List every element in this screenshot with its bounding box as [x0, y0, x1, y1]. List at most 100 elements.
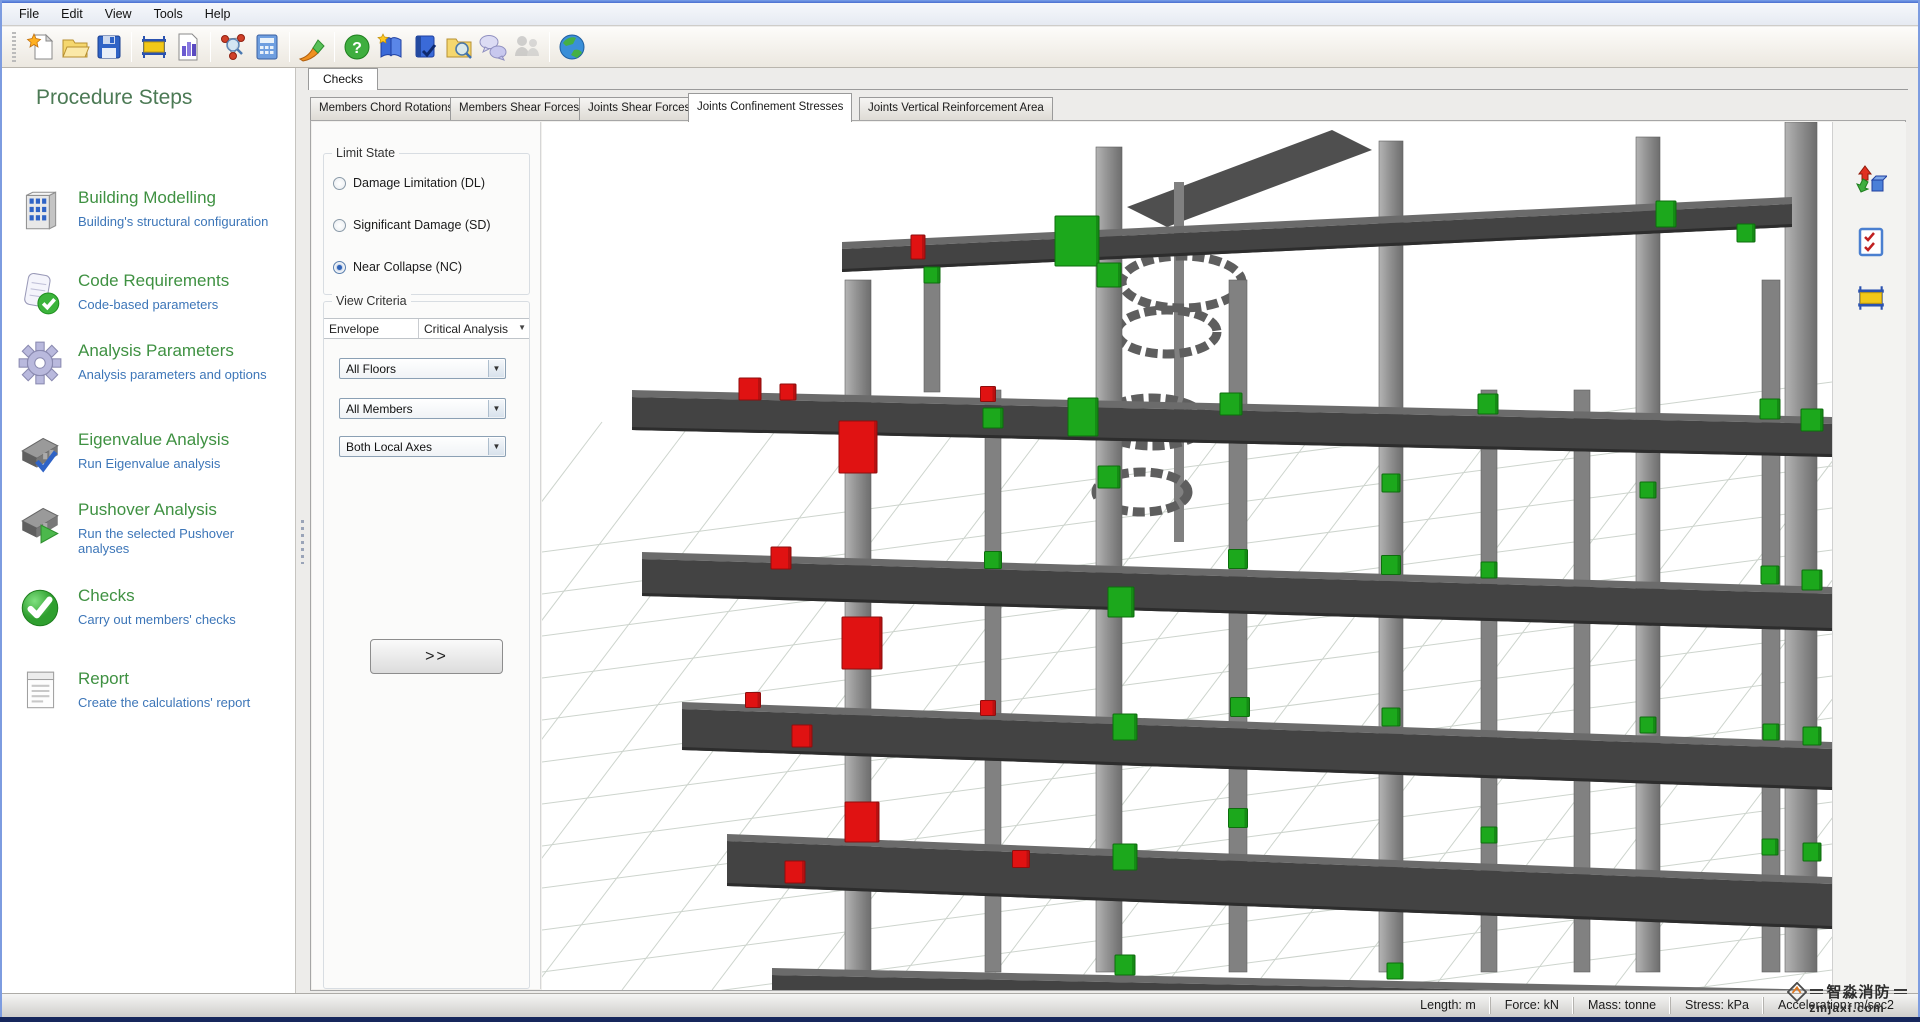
check-circle-icon — [16, 584, 64, 632]
deformed-shape-icon[interactable] — [1853, 162, 1889, 198]
envelope-row: Envelope Critical Analysis ▼ — [324, 318, 529, 339]
tab-joints-vertical-reinforcement-area[interactable]: Joints Vertical Reinforcement Area — [859, 97, 1053, 121]
procedure-steps-panel: Procedure Steps Building Modelling Build… — [2, 68, 296, 993]
checks-list-icon[interactable] — [1853, 224, 1889, 260]
chevron-down-icon: ▼ — [518, 323, 526, 332]
watermark-url: zmjaxf.com — [1809, 1001, 1885, 1015]
new-file-icon[interactable] — [24, 30, 58, 64]
radio-near-collapse[interactable]: Near Collapse (NC) — [333, 260, 462, 274]
tab-checks[interactable]: Checks — [308, 68, 379, 90]
window-border-bottom — [0, 1017, 1920, 1022]
model-viewer-icon[interactable] — [216, 30, 250, 64]
forum-bubbles-icon[interactable] — [476, 30, 510, 64]
sidebar-item-code-requirements[interactable]: Code Requirements Code-based parameters — [16, 269, 288, 331]
watermark-diamond-icon — [1787, 981, 1808, 1002]
refresh-view-button[interactable]: >> — [370, 639, 503, 674]
step-subtitle: Analysis parameters and options — [78, 367, 267, 382]
step-subtitle: Run Eigenvalue analysis — [78, 456, 221, 471]
step-title: Report — [78, 669, 130, 688]
radio-circle[interactable] — [333, 176, 346, 190]
sidebar-splitter[interactable] — [297, 68, 308, 993]
toolbar-separator — [289, 32, 290, 62]
open-folder-icon[interactable] — [58, 30, 92, 64]
sidebar-item-eigenvalue-analysis[interactable]: Eigenvalue Analysis Run Eigenvalue analy… — [16, 428, 288, 490]
view-controls-panel: Limit State Damage Limitation (DL) Signi… — [312, 122, 541, 989]
frame-section-icon[interactable] — [137, 30, 171, 64]
axes-dropdown[interactable]: Both Local Axes ▼ — [339, 436, 506, 457]
paintbrush-icon[interactable] — [295, 30, 329, 64]
report-page-icon — [16, 667, 64, 715]
tab-joints-shear-forces[interactable]: Joints Shear Forces — [579, 97, 700, 121]
status-length: Length: m — [1420, 998, 1476, 1012]
step-subtitle: Code-based parameters — [78, 297, 219, 312]
toolbar-separator — [549, 32, 550, 62]
gear-icon — [16, 339, 64, 387]
step-title: Eigenvalue Analysis — [78, 430, 230, 449]
limit-state-label: Limit State — [332, 146, 400, 160]
axes-dropdown-value: Both Local Axes — [346, 440, 433, 454]
sidebar-item-checks[interactable]: Checks Carry out members' checks — [16, 584, 288, 646]
envelope-cell: Envelope — [324, 319, 419, 338]
step-subtitle: Building's structural configuration — [78, 214, 269, 229]
toolbar-grip[interactable] — [12, 32, 16, 62]
status-mass: Mass: tonne — [1572, 997, 1670, 1014]
sidebar-item-pushover-analysis[interactable]: Pushover Analysis Run the selected Pusho… — [16, 498, 288, 560]
menu-help[interactable]: Help — [194, 4, 242, 24]
step-title: Pushover Analysis — [78, 500, 217, 519]
watermark-title: 智淼消防 — [1826, 984, 1891, 1001]
tutorial-book-icon[interactable] — [374, 30, 408, 64]
support-icon[interactable] — [510, 30, 544, 64]
sidebar-title: Procedure Steps — [36, 86, 193, 109]
floors-dropdown-value: All Floors — [346, 362, 397, 376]
radio-significant-damage[interactable]: Significant Damage (SD) — [333, 218, 491, 232]
view-criteria-label: View Criteria — [332, 294, 411, 308]
chevron-down-icon: ▼ — [488, 400, 504, 417]
chevron-down-icon: ▼ — [488, 360, 504, 377]
radio-label: Near Collapse (NC) — [353, 260, 463, 274]
status-bar: Length: m Force: kN Mass: tonne Stress: … — [2, 993, 1918, 1017]
step-subtitle: Create the calculations' report — [78, 695, 251, 710]
menu-view[interactable]: View — [94, 4, 143, 24]
outer-tab-bar: Checks — [308, 68, 1908, 90]
frame-view-icon[interactable] — [1853, 280, 1889, 316]
menu-file[interactable]: File — [8, 4, 50, 24]
calculator-icon[interactable] — [250, 30, 284, 64]
toolbar-separator — [210, 32, 211, 62]
building-model-render — [542, 122, 1832, 990]
tab-joints-confinement-stresses[interactable]: Joints Confinement Stresses — [688, 93, 853, 122]
radio-damage-limitation[interactable]: Damage Limitation (DL) — [333, 176, 485, 190]
save-icon[interactable] — [92, 30, 126, 64]
scroll-check-icon — [16, 269, 64, 317]
floors-dropdown[interactable]: All Floors ▼ — [339, 358, 506, 379]
chip-check-icon — [16, 428, 64, 476]
toolbar-separator — [131, 32, 132, 62]
menu-tools[interactable]: Tools — [143, 4, 194, 24]
members-dropdown[interactable]: All Members ▼ — [339, 398, 506, 419]
structure-3d-view[interactable] — [542, 122, 1832, 990]
website-globe-icon[interactable] — [555, 30, 589, 64]
step-title: Building Modelling — [78, 188, 216, 207]
tab-members-chord-rotations[interactable]: Members Chord Rotations — [310, 97, 463, 121]
analysis-dropdown[interactable]: Critical Analysis ▼ — [419, 319, 529, 338]
radio-circle[interactable] — [333, 218, 346, 232]
step-title: Analysis Parameters — [78, 341, 234, 360]
step-title: Checks — [78, 586, 135, 605]
sidebar-item-analysis-parameters[interactable]: Analysis Parameters Analysis parameters … — [16, 339, 288, 401]
bibliography-book-icon[interactable] — [408, 30, 442, 64]
radio-label: Damage Limitation (DL) — [353, 176, 485, 190]
svg-text:?: ? — [352, 40, 362, 57]
members-dropdown-value: All Members — [346, 402, 413, 416]
tab-members-shear-forces[interactable]: Members Shear Forces — [450, 97, 589, 121]
help-icon[interactable]: ? — [340, 30, 374, 64]
splitter-grip[interactable] — [301, 520, 304, 564]
sidebar-item-building-modelling[interactable]: Building Modelling Building's structural… — [16, 186, 288, 248]
status-force: Force: kN — [1489, 997, 1573, 1014]
menu-edit[interactable]: Edit — [50, 4, 94, 24]
status-stress: Stress: kPa — [1670, 997, 1763, 1014]
step-subtitle: Carry out members' checks — [78, 612, 236, 627]
sidebar-item-report[interactable]: Report Create the calculations' report — [16, 667, 288, 729]
radio-circle-selected[interactable] — [333, 260, 346, 274]
examples-folder-icon[interactable] — [442, 30, 476, 64]
analysis-dropdown-value: Critical Analysis — [424, 322, 509, 336]
report-document-icon[interactable] — [171, 30, 205, 64]
